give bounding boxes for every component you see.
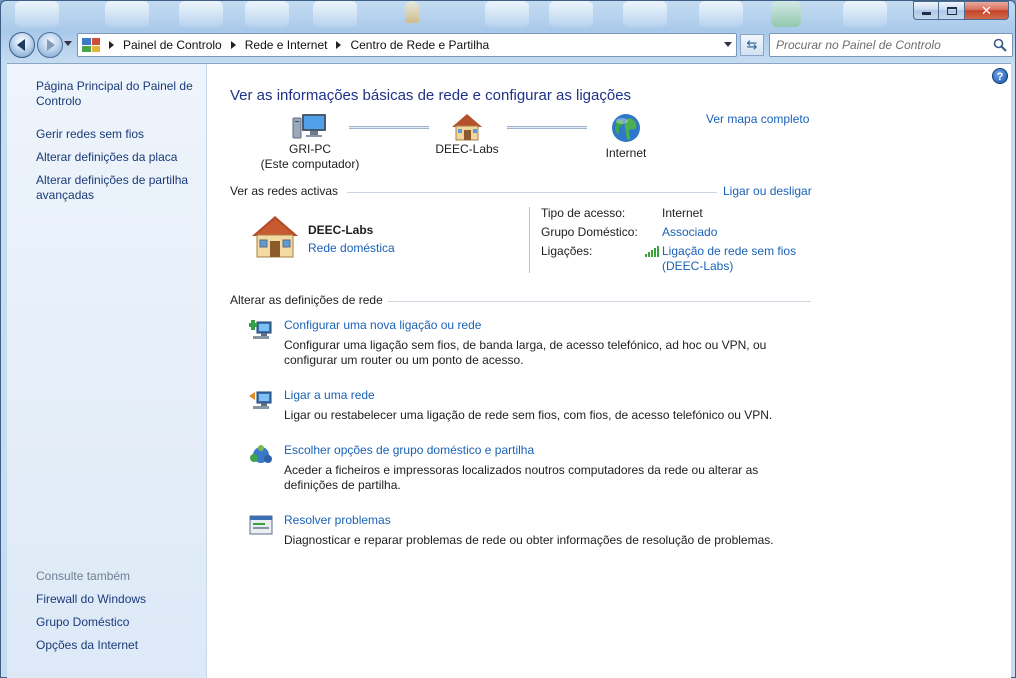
refresh-icon: ⇆ [746, 37, 758, 52]
search-icon[interactable] [993, 38, 1007, 52]
forward-arrow-icon [47, 39, 55, 51]
homegroup-label: Grupo Doméstico: [541, 225, 638, 239]
homegroup-sharing-options-link[interactable]: Escolher opções de grupo doméstico e par… [284, 443, 534, 457]
breadcrumb-network-sharing-center[interactable]: Centro de Rede e Partilha [350, 38, 489, 52]
setup-new-connection-description: Configurar uma ligação sem fios, de band… [284, 338, 767, 367]
close-icon: ✕ [981, 2, 992, 18]
minimize-button[interactable] [913, 1, 939, 20]
search-input[interactable] [776, 37, 986, 53]
house-icon [252, 216, 298, 258]
glass-decoration [15, 1, 59, 27]
caption-buttons: ✕ [913, 1, 1009, 21]
see-also-heading: Consulte também [36, 569, 131, 583]
sidebar: Página Principal do Painel de Controlo G… [7, 64, 207, 678]
connect-to-network-link[interactable]: Ligar a uma rede [284, 388, 375, 402]
connect-network-icon [249, 391, 272, 409]
house-icon [452, 114, 482, 141]
glass-decoration [245, 1, 289, 27]
active-networks-heading-text: Ver as redes activas [230, 184, 339, 198]
back-button[interactable] [9, 32, 35, 58]
glass-decoration [485, 1, 529, 27]
section-divider [347, 192, 717, 193]
change-settings-heading-text: Alterar as definições de rede [230, 293, 383, 307]
connections-label: Ligações: [541, 244, 593, 258]
connect-disconnect-link[interactable]: Ligar ou desligar [723, 184, 812, 198]
glass-decoration [549, 1, 593, 27]
troubleshoot-problems-description: Diagnosticar e reparar problemas de rede… [284, 533, 774, 547]
control-panel-icon [82, 38, 100, 52]
map-connection-line [349, 126, 429, 129]
map-connection-line [507, 126, 587, 129]
breadcrumb-separator-icon[interactable] [109, 41, 114, 49]
sidebar-link-firewall[interactable]: Firewall do Windows [36, 592, 201, 607]
address-bar[interactable]: Painel de Controlo Rede e Internet Centr… [77, 33, 737, 57]
homegroup-icon [250, 445, 272, 463]
homegroup-sharing-options-description: Aceder a ficheiros e impressoras localiz… [284, 463, 759, 492]
breadcrumb-separator-icon[interactable] [336, 41, 342, 49]
page-title: Ver as informações básicas de rede e con… [230, 87, 632, 104]
glass-decoration [179, 1, 223, 27]
change-settings-heading: Alterar as definições de rede [230, 293, 383, 307]
computer-caption: (Este computador) [260, 157, 360, 171]
access-type-label: Tipo de acesso: [541, 206, 626, 220]
network-name: DEEC-Labs [435, 142, 499, 156]
globe-icon [612, 114, 640, 142]
sidebar-link-advanced-sharing[interactable]: Alterar definições de partilha avançadas [36, 173, 201, 203]
refresh-button[interactable]: ⇆ [740, 34, 764, 56]
connect-to-network-description: Ligar ou restabelecer uma ligação de red… [284, 408, 773, 422]
glass-decoration [843, 1, 887, 27]
sidebar-link-adapter-settings[interactable]: Alterar definições da placa [36, 150, 201, 165]
computer-icon [292, 114, 326, 139]
wireless-connection-link[interactable]: Ligação de rede sem fios (DEEC-Labs) [662, 244, 802, 274]
main-content: Ver as informações básicas de rede e con… [207, 64, 1011, 678]
map-node-network[interactable]: DEEC-Labs [427, 112, 507, 157]
glass-decoration [771, 1, 801, 27]
setup-new-connection-link[interactable]: Configurar uma nova ligação ou rede [284, 318, 481, 332]
breadcrumb-separator-icon[interactable] [230, 41, 236, 49]
vertical-divider [529, 207, 530, 273]
new-connection-icon [249, 320, 272, 339]
map-node-internet[interactable]: Internet [591, 112, 661, 161]
map-node-computer[interactable]: GRI-PC (Este computador) [255, 112, 365, 172]
forward-button[interactable] [37, 32, 63, 58]
navigation-bar: Painel de Controlo Rede e Internet Centr… [7, 31, 1013, 59]
section-divider [388, 301, 811, 302]
troubleshoot-problems-link[interactable]: Resolver problemas [284, 513, 391, 527]
close-button[interactable]: ✕ [965, 1, 1009, 20]
breadcrumb-network-internet[interactable]: Rede e Internet [245, 38, 328, 52]
glass-decoration [313, 1, 357, 27]
sidebar-link-homegroup[interactable]: Grupo Doméstico [36, 615, 201, 630]
glass-decoration [623, 1, 667, 27]
glass-decoration [105, 1, 149, 27]
view-full-map-link[interactable]: Ver mapa completo [706, 112, 809, 126]
glass-decoration [699, 1, 743, 27]
internet-label: Internet [605, 146, 647, 160]
sidebar-link-internet-options[interactable]: Opções da Internet [36, 638, 201, 653]
chevron-down-icon [64, 41, 72, 46]
access-type-value: Internet [662, 206, 703, 220]
maximize-icon [946, 6, 957, 15]
computer-name: GRI-PC [289, 142, 331, 156]
search-box [769, 33, 1013, 57]
window-frame: ✕ Painel de Controlo Rede e Internet Cen… [0, 0, 1016, 678]
network-location-link[interactable]: Rede doméstica [308, 241, 395, 255]
minimize-icon [921, 12, 931, 15]
wireless-signal-icon [645, 246, 659, 257]
maximize-button[interactable] [939, 1, 965, 20]
homegroup-status-link[interactable]: Associado [662, 225, 717, 239]
glass-decoration [405, 1, 419, 23]
chevron-down-icon [724, 42, 732, 47]
active-network-name: DEEC-Labs [308, 223, 374, 237]
troubleshoot-icon [249, 515, 273, 535]
address-dropdown-button[interactable] [724, 42, 732, 47]
active-networks-heading: Ver as redes activas [230, 184, 338, 198]
recent-pages-dropdown[interactable] [64, 41, 73, 50]
client-area: Página Principal do Painel de Controlo G… [7, 63, 1011, 678]
sidebar-link-control-panel-home[interactable]: Página Principal do Painel de Controlo [36, 79, 201, 109]
back-arrow-icon [17, 39, 25, 51]
sidebar-link-manage-wireless[interactable]: Gerir redes sem fios [36, 127, 201, 142]
breadcrumb-control-panel[interactable]: Painel de Controlo [123, 38, 222, 52]
